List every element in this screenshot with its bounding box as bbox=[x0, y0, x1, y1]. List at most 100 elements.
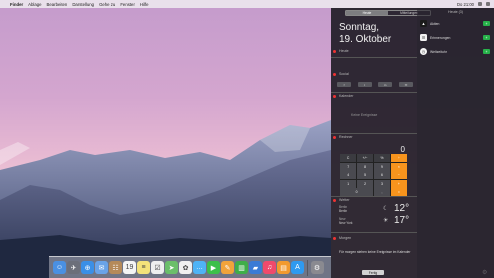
notification-center-icon[interactable] bbox=[486, 2, 490, 6]
mail-icon[interactable]: ✉ bbox=[95, 261, 108, 274]
remove-widget-icon[interactable] bbox=[333, 135, 336, 139]
widget-store-column: Heute (3) ▲ Aktien + ☰ Erinnerungen + ◷ … bbox=[417, 8, 494, 278]
list-item[interactable]: ☰ Erinnerungen + bbox=[417, 32, 494, 44]
keynote-icon[interactable]: ▰ bbox=[249, 261, 262, 274]
share-linkedin-button[interactable]: in bbox=[378, 82, 393, 87]
column-title: Heute (3) bbox=[448, 10, 463, 14]
contacts-icon[interactable]: ☷ bbox=[109, 261, 122, 274]
menu-gehe-zu[interactable]: Gehe zu bbox=[99, 2, 115, 7]
dock: ☺ ✈ ⊕ ✉ ☷ 19 ≡ ☑ ➤ ✿… ▶ ✎ ▥ ▰ ♫ ▤ A ⚙ bbox=[49, 256, 334, 278]
list-item[interactable]: ◷ Weltzeituhr + bbox=[417, 46, 494, 58]
calculator-key[interactable]: 4 bbox=[340, 171, 357, 180]
stocks-icon: ▲ bbox=[420, 20, 427, 27]
spotlight-icon[interactable] bbox=[478, 2, 482, 6]
calculator-key[interactable]: % bbox=[373, 154, 391, 162]
calculator-key[interactable]: 2 bbox=[356, 179, 374, 188]
facetime-icon[interactable]: ▶ bbox=[207, 261, 220, 274]
calculator-key[interactable]: 8 bbox=[356, 162, 374, 171]
moon-icon: ☾ bbox=[383, 206, 389, 212]
photos-icon[interactable]: ✿ bbox=[179, 261, 192, 274]
remove-widget-icon[interactable] bbox=[333, 49, 336, 53]
app-store-icon[interactable]: A bbox=[291, 261, 304, 274]
menu-hilfe[interactable]: Hilfe bbox=[140, 2, 149, 7]
widget-title: Kalender bbox=[339, 94, 354, 98]
add-widget-button[interactable]: + bbox=[483, 21, 490, 26]
calculator-display: 0 bbox=[400, 145, 405, 154]
widget-social-header: Social bbox=[331, 70, 417, 78]
widget-calendar-header: Kalender bbox=[331, 92, 417, 100]
menu-darstellung[interactable]: Darstellung bbox=[72, 2, 94, 7]
add-widget-button[interactable]: + bbox=[483, 35, 490, 40]
tomorrow-text: Für morgen stehen keine Ereignisse im Ka… bbox=[339, 250, 411, 254]
calculator-key[interactable]: − bbox=[390, 171, 407, 180]
calculator-key[interactable]: ÷ bbox=[390, 154, 407, 162]
nc-day: Sonntag, bbox=[339, 22, 380, 33]
calculator-key[interactable]: 3 bbox=[373, 179, 391, 188]
calculator-key[interactable]: + bbox=[390, 179, 407, 188]
finder-icon[interactable]: ☺ bbox=[53, 261, 66, 274]
ibooks-icon[interactable]: ▤ bbox=[277, 261, 290, 274]
launchpad-icon[interactable]: ✈ bbox=[67, 261, 80, 274]
divider bbox=[331, 57, 417, 58]
remove-widget-icon[interactable] bbox=[333, 72, 336, 76]
menubar-status-area: Do 21:00 bbox=[457, 0, 490, 8]
reminders-icon: ☰ bbox=[420, 34, 427, 41]
calculator-key[interactable]: 9 bbox=[373, 162, 391, 171]
remove-widget-icon[interactable] bbox=[333, 198, 336, 202]
calculator-key[interactable]: C bbox=[340, 154, 357, 162]
calculator-key[interactable]: 1 bbox=[340, 179, 357, 188]
widget-title: Rechner bbox=[339, 135, 353, 139]
dock-separator bbox=[307, 259, 308, 276]
system-preferences-icon[interactable]: ⚙ bbox=[310, 261, 324, 274]
safari-icon[interactable]: ⊕ bbox=[81, 261, 94, 274]
sun-icon: ☀ bbox=[383, 218, 389, 224]
world-clock-icon: ◷ bbox=[420, 48, 427, 55]
menu-bearbeiten[interactable]: Bearbeiten bbox=[47, 2, 68, 7]
divider bbox=[331, 232, 417, 233]
list-item[interactable]: ▲ Aktien + bbox=[417, 18, 494, 30]
widget-title: Social bbox=[339, 72, 349, 76]
menu-ablage[interactable]: Ablage bbox=[28, 2, 41, 7]
messages-icon[interactable]: … bbox=[193, 261, 206, 274]
calculator-key[interactable]: 5 bbox=[356, 171, 374, 180]
widget-today-header: Heute bbox=[331, 47, 417, 55]
calculator-keypad: C +/−% ÷ 7 8 9 × 4 5 6−1 2 3 +0, = bbox=[340, 154, 407, 197]
widget-tomorrow-header: Morgen bbox=[331, 234, 417, 242]
menu-finder[interactable]: Finder bbox=[10, 2, 23, 7]
remove-widget-icon[interactable] bbox=[333, 94, 336, 98]
pages-icon[interactable]: ✎ bbox=[221, 261, 234, 274]
clock[interactable]: Do 21:00 bbox=[457, 2, 474, 7]
reminders-icon[interactable]: ☑ bbox=[151, 261, 164, 274]
widget-title: Heute bbox=[339, 49, 349, 53]
nc-date: 19. Oktober bbox=[339, 34, 392, 45]
widget-title: Wetter bbox=[339, 198, 350, 202]
share-message-button[interactable]: ✉ bbox=[398, 82, 413, 87]
notes-icon[interactable]: ≡ bbox=[137, 261, 150, 274]
notification-center: Heute Mitteilungen Sonntag, 19. Oktober … bbox=[331, 8, 494, 278]
calculator-key[interactable]: 7 bbox=[340, 162, 357, 171]
calculator-key[interactable]: +/− bbox=[356, 154, 374, 162]
calculator: 0 C +/−% ÷ 7 8 9 × 4 5 6−1 2 3 +0, = bbox=[340, 145, 407, 197]
widget-title: Morgen bbox=[339, 236, 352, 240]
weather-row[interactable]: New New York ☀ 17° bbox=[339, 215, 415, 229]
widget-calculator-header: Rechner bbox=[331, 133, 417, 141]
numbers-icon[interactable]: ▥ bbox=[235, 261, 248, 274]
itunes-icon[interactable]: ♫ bbox=[263, 261, 276, 274]
weather-temp: 17° bbox=[394, 215, 410, 226]
add-widget-button[interactable]: + bbox=[483, 49, 490, 54]
weather-city: New York bbox=[339, 221, 353, 225]
item-label: Weltzeituhr bbox=[430, 50, 447, 54]
calculator-key[interactable]: 6 bbox=[373, 171, 391, 180]
remove-widget-icon[interactable] bbox=[333, 236, 336, 240]
weather-temp: 12° bbox=[394, 203, 410, 214]
calendar-icon[interactable]: 19 bbox=[123, 261, 136, 274]
done-button[interactable]: Fertig bbox=[362, 270, 384, 275]
menu-bar: Finder Ablage Bearbeiten Darstellung Geh… bbox=[0, 0, 494, 8]
share-twitter-button[interactable]: t bbox=[357, 82, 372, 87]
menu-fenster[interactable]: Fenster bbox=[120, 2, 135, 7]
calculator-key[interactable]: × bbox=[390, 162, 407, 171]
maps-icon[interactable]: ➤ bbox=[165, 261, 178, 274]
share-facebook-button[interactable]: f bbox=[337, 82, 351, 87]
weather-city: Berlin bbox=[339, 209, 348, 213]
tab-today[interactable]: Heute bbox=[346, 11, 388, 15]
